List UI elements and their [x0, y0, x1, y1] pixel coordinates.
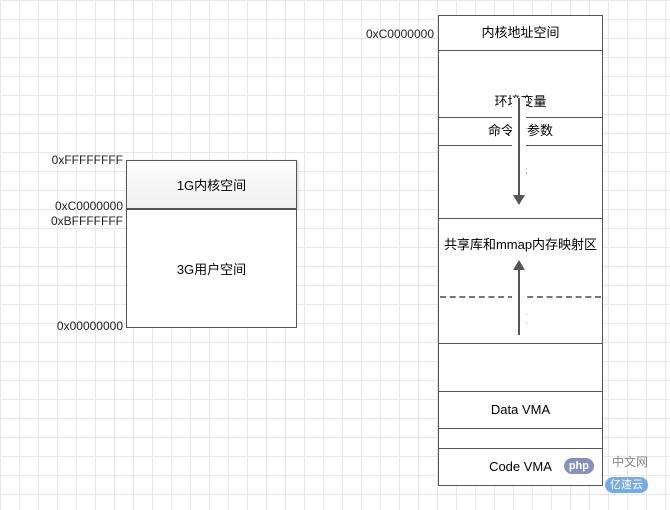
right-data-vma: Data VMA — [438, 391, 603, 429]
right-gap-3 — [438, 429, 603, 448]
wm-ys-text: 亿速云 — [605, 477, 648, 493]
left-user-space: 3G用户空间 — [126, 209, 297, 328]
right-gap-2 — [438, 344, 603, 391]
arrow-heap-up — [512, 260, 526, 335]
right-kernel-space: 内核地址空间 — [438, 15, 603, 51]
watermark-cn: 中文网 — [612, 453, 648, 470]
wm-php-text: php — [564, 458, 594, 474]
right-mmap-label: 共享库和mmap内存映射区 — [444, 237, 597, 254]
arrow-stack-down — [512, 98, 526, 205]
left-kernel-label: 1G内核空间 — [177, 175, 246, 194]
right-gap-1 — [438, 51, 603, 88]
addr-label-mid1: 0xC0000000 — [20, 199, 123, 213]
right-addr-kernel: 0xC0000000 — [334, 27, 434, 41]
right-kernel-label: 内核地址空间 — [481, 25, 559, 42]
wm-cn-text: 中文网 — [612, 455, 648, 469]
watermark-php: php — [564, 457, 594, 472]
addr-label-bottom: 0x00000000 — [20, 319, 123, 333]
right-code-label: Code VMA — [489, 459, 552, 476]
left-kernel-space: 1G内核空间 — [126, 160, 297, 209]
right-data-label: Data VMA — [491, 402, 550, 419]
watermark-ys: 亿速云 — [605, 476, 648, 492]
addr-label-top: 0xFFFFFFFF — [20, 153, 123, 167]
left-user-label: 3G用户空间 — [177, 259, 246, 278]
addr-label-mid2: 0xBFFFFFFF — [20, 214, 123, 228]
